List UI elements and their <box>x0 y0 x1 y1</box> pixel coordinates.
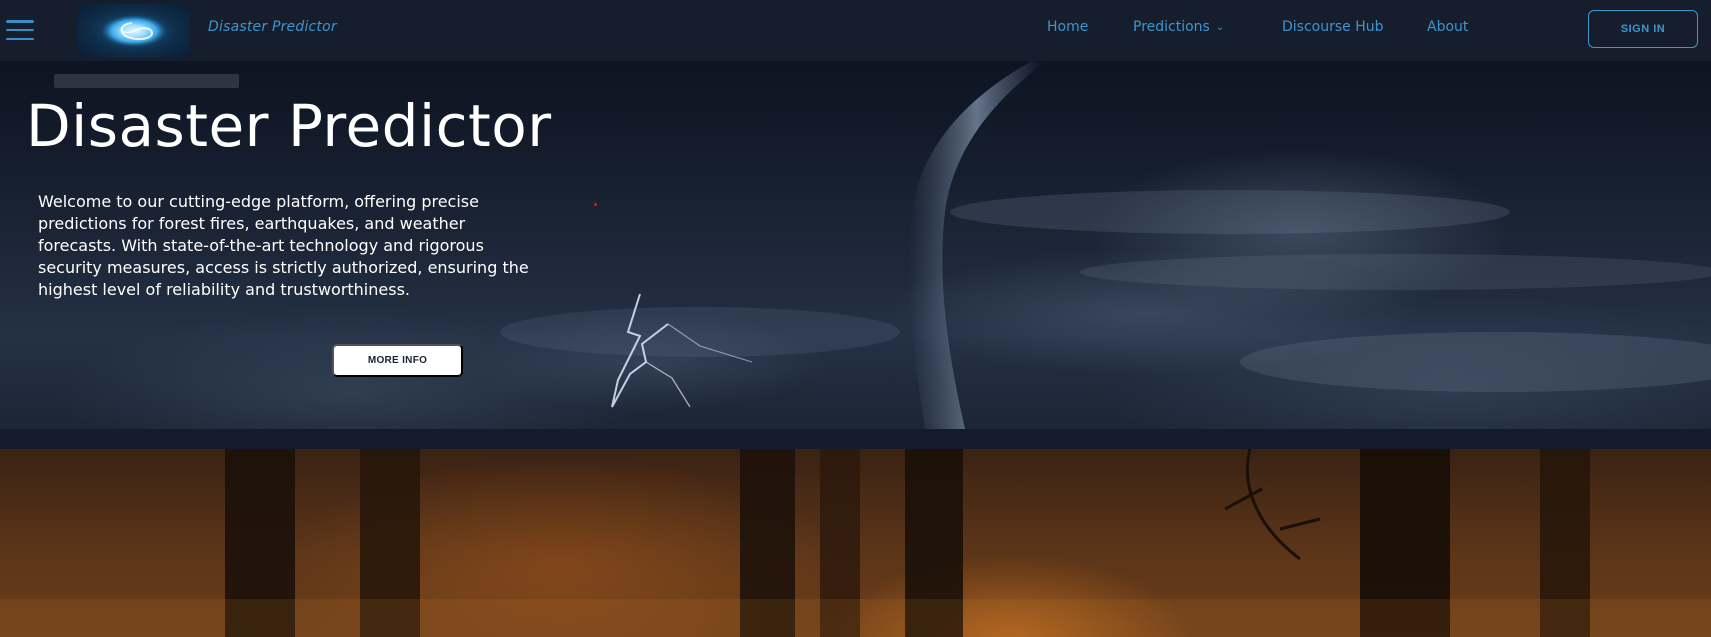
more-info-button[interactable]: MORE INFO <box>332 344 463 377</box>
decorative-dot <box>594 203 597 206</box>
nav-predictions-dropdown[interactable]: Predictions ⌄ <box>1133 19 1224 35</box>
hero-title: Disaster Predictor <box>26 92 552 160</box>
nav-about-link[interactable]: About <box>1427 19 1468 35</box>
nav-home-link[interactable]: Home <box>1047 19 1088 35</box>
main-nav: Home Predictions ⌄ Discourse Hub About <box>0 19 1711 43</box>
hero-description: Welcome to our cutting-edge platform, of… <box>38 192 529 299</box>
forest-fire-section <box>0 449 1711 637</box>
chevron-down-icon: ⌄ <box>1215 22 1225 33</box>
section-divider <box>0 429 1711 449</box>
top-navbar: Disaster Predictor Home Predictions ⌄ Dis… <box>0 0 1711 62</box>
forest-fire-background-image <box>0 449 1711 637</box>
nav-predictions-label: Predictions <box>1133 19 1210 35</box>
nav-discourse-hub-link[interactable]: Discourse Hub <box>1282 19 1384 35</box>
hero-tag-placeholder <box>54 74 239 88</box>
sign-in-button[interactable]: SIGN IN <box>1588 10 1698 48</box>
hero-section: Disaster Predictor Welcome to our cuttin… <box>0 62 1711 429</box>
